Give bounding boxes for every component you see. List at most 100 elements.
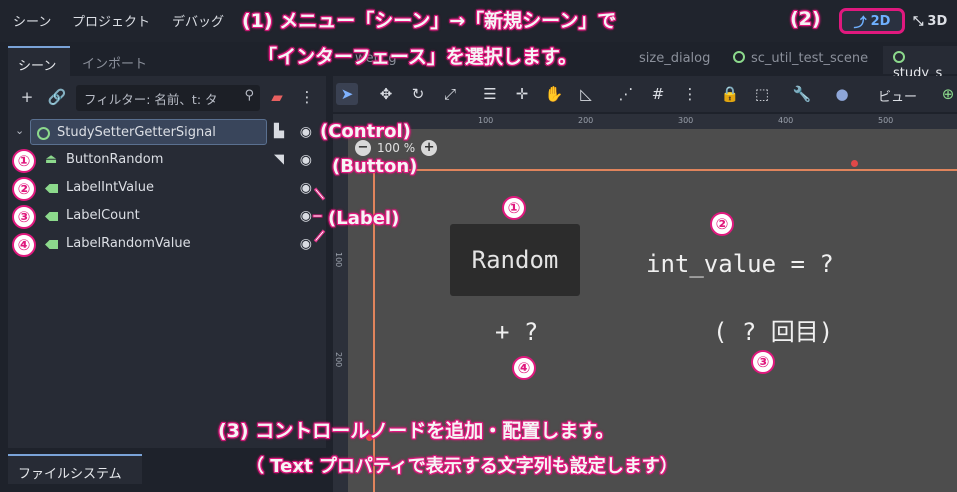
more-menu-icon[interactable]: ⋮ [296, 86, 318, 108]
menu-project[interactable]: プロジェクト [72, 11, 150, 30]
tree-row-root[interactable]: ⌄ StudySetterGetterSignal ▙ ◉ [8, 119, 326, 147]
grid-snap-icon[interactable]: # [647, 83, 669, 105]
scene-dock: シーン インポート + 🔗 フィルター: 名前、t: タ ⚲ ▰ ⋮ ⌄ Stu… [8, 46, 326, 448]
annotation-button: (Button) [332, 156, 418, 177]
ruler-mark: 200 [334, 352, 343, 368]
annotation-control: (Control) [320, 121, 411, 142]
marker-1-tree: ① [12, 149, 36, 173]
search-icon: ⚲ [244, 88, 254, 103]
canvas-label-int-value[interactable]: int_value = ? [646, 250, 834, 278]
marker-3-tree: ③ [12, 205, 36, 229]
3d-mode-button[interactable]: ⤡ 3D [913, 8, 947, 34]
pivot-tool-icon[interactable]: ✛ [511, 83, 533, 105]
visibility-eye-icon[interactable]: ◉ [300, 208, 312, 224]
ruler-mark: 100 [334, 252, 343, 268]
marker-4-tree: ④ [12, 233, 36, 257]
marker-1-canvas: ① [502, 196, 526, 220]
label-node-icon [45, 212, 58, 221]
node-label-root: StudySetterGetterSignal [57, 125, 216, 140]
tab-scene[interactable]: シーン [8, 46, 70, 76]
visibility-eye-icon[interactable]: ◉ [300, 236, 312, 252]
lock-icon[interactable]: 🔒 [719, 83, 741, 105]
chevron-down-icon[interactable]: ⌄ [15, 124, 24, 137]
list-select-icon[interactable]: ☰ [479, 83, 501, 105]
zoom-level[interactable]: 100 % [377, 141, 415, 155]
link-icon[interactable]: 🔗 [46, 86, 68, 108]
label-node-icon [45, 240, 58, 249]
zoom-out-icon[interactable]: − [355, 140, 371, 156]
scene-ring-icon [733, 51, 745, 63]
scene-tab-study[interactable]: study_s [883, 46, 957, 81]
group-icon[interactable]: ⬚ [751, 83, 773, 105]
filter-input[interactable]: フィルター: 名前、t: タ ⚲ [76, 85, 260, 111]
2d-mode-button[interactable]: ⤴ 2D [839, 8, 905, 34]
visibility-eye-icon[interactable]: ◉ [300, 124, 312, 140]
button-node-icon: ⏏ [45, 152, 58, 167]
add-node-icon[interactable]: + [16, 86, 38, 108]
add-marker-icon[interactable]: ⊕ [937, 83, 957, 105]
ruler-mark: 500 [878, 116, 894, 125]
annotation-step1-line1: (1) メニュー「シーン」→「新規シーン」で [242, 10, 617, 32]
2d-mode-icon: ⤴ [853, 15, 867, 31]
tree-row-label-int-value[interactable]: LabelIntValue ◉ [8, 175, 326, 203]
snap-options-icon[interactable]: ⋮ [679, 83, 701, 105]
horizontal-ruler: 100 200 300 400 500 [333, 114, 957, 129]
tree-row-button-random[interactable]: ⏏ ButtonRandom ◥ ◉ [8, 147, 326, 175]
zoom-controls: − 100 % + [355, 140, 438, 156]
menu-scene[interactable]: シーン [13, 11, 51, 30]
annotation-step3-line1: (3) コントロールノードを追加・配置します。 [218, 420, 615, 442]
ruler-tool-icon[interactable]: ◺ [575, 83, 597, 105]
ruler-mark: 200 [578, 116, 594, 125]
scale-tool-icon[interactable]: ⤢ [439, 83, 461, 105]
visibility-eye-icon[interactable]: ◉ [300, 152, 312, 168]
ruler-mark: 400 [778, 116, 794, 125]
ruler-mark: 300 [678, 116, 694, 125]
scene-ring-icon [893, 51, 905, 63]
node-label-random-value: LabelRandomValue [66, 236, 191, 251]
tree-row-label-random-value[interactable]: LabelRandomValue ◉ [8, 231, 326, 259]
canvas-label-count[interactable]: ( ? 回目) [713, 312, 833, 347]
scene-tab-size-dialog[interactable]: size_dialog [639, 46, 710, 74]
scene-toolbar: + 🔗 フィルター: 名前、t: タ ⚲ ▰ ⋮ [8, 82, 326, 112]
scene-tab-sc-util-label: sc_util_test_scene [751, 51, 869, 66]
tree-row-label-count[interactable]: LabelCount ◉ [8, 203, 326, 231]
viewport-guide-top [373, 169, 957, 171]
script-icon[interactable]: ▙ [274, 124, 284, 139]
annotation-pointer [312, 214, 323, 218]
visibility-eye-icon[interactable]: ◉ [300, 180, 312, 196]
view-menu[interactable]: ビュー [878, 86, 917, 105]
canvas-button-random[interactable]: Random [450, 224, 580, 296]
label-node-icon [45, 184, 58, 193]
select-tool-icon[interactable]: ➤ [336, 83, 358, 105]
menu-debug[interactable]: デバッグ [172, 11, 224, 30]
canvas-label-random-value[interactable]: + ? [495, 318, 538, 346]
signal-icon[interactable]: ◥ [274, 152, 284, 167]
ruler-mark: 100 [478, 116, 494, 125]
move-tool-icon[interactable]: ✥ [375, 83, 397, 105]
annotation-label: (Label) [328, 208, 400, 229]
pan-tool-icon[interactable]: ✋ [543, 83, 565, 105]
scene-tab-sc-util[interactable]: sc_util_test_scene [733, 46, 868, 74]
2d-mode-label: 2D [870, 13, 891, 29]
smart-snap-icon[interactable]: ⋰ [615, 83, 637, 105]
annotation-step2: (2) [790, 8, 821, 30]
node-label-button-random: ButtonRandom [66, 152, 164, 167]
control-node-icon [37, 127, 50, 140]
root-node-highlight: StudySetterGetterSignal [30, 119, 267, 145]
3d-mode-label: 3D [927, 13, 948, 29]
filter-placeholder: フィルター: 名前、t: タ [84, 92, 218, 107]
marker-2-canvas: ② [710, 212, 734, 236]
node-label-int-value: LabelIntValue [66, 180, 154, 195]
skeleton-icon[interactable]: 🔧 [791, 83, 813, 105]
3d-mode-icon: ⤡ [913, 13, 924, 29]
anchor-handle[interactable] [851, 160, 858, 167]
zoom-in-icon[interactable]: + [421, 140, 438, 156]
tab-filesystem[interactable]: ファイルシステム [8, 454, 142, 484]
camera-icon[interactable]: ● [831, 83, 853, 105]
annotation-step1-line2: 「インターフェース」を選択します。 [258, 46, 578, 68]
script-remove-icon[interactable]: ▰ [266, 86, 288, 108]
marker-4-canvas: ④ [512, 356, 536, 380]
rotate-tool-icon[interactable]: ↻ [407, 83, 429, 105]
marker-3-canvas: ③ [751, 350, 775, 374]
tab-import[interactable]: インポート [72, 46, 157, 76]
